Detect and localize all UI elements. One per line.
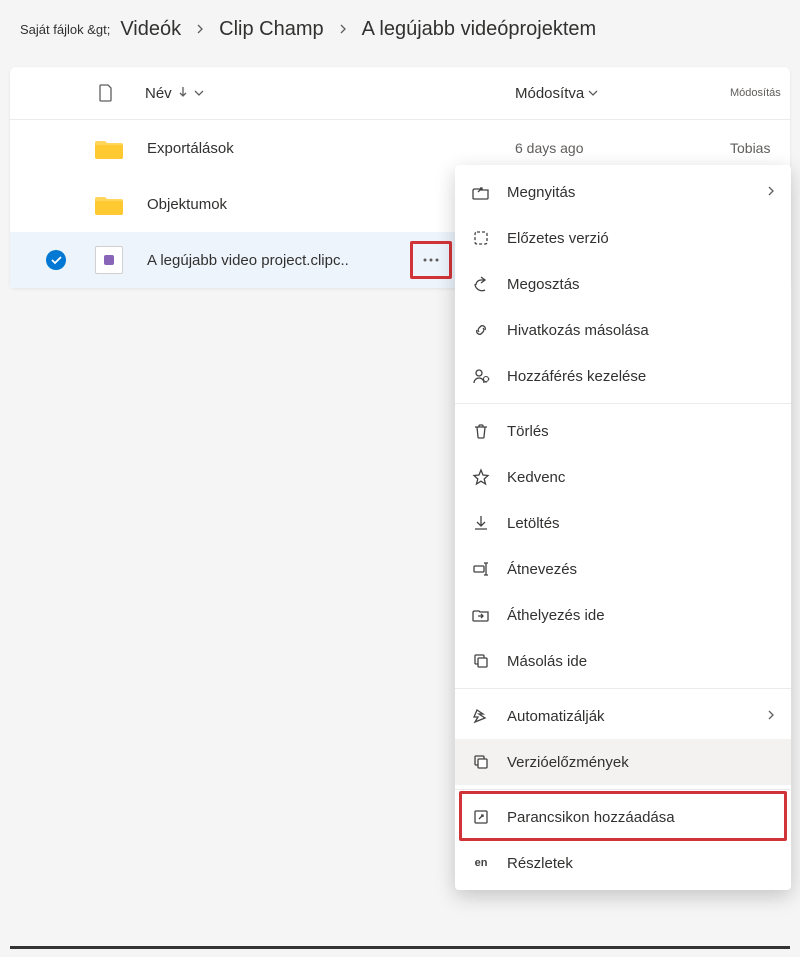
- column-header-modified[interactable]: Módosítva: [515, 85, 598, 102]
- context-menu: Megnyitás Előzetes verzió Megosztás Hiva…: [455, 165, 791, 890]
- menu-item-label: Törlés: [507, 423, 775, 440]
- menu-item-label: Megnyitás: [507, 184, 767, 201]
- menu-item-open[interactable]: Megnyitás: [455, 169, 791, 215]
- row-name[interactable]: Exportálások: [147, 140, 234, 157]
- trash-icon: [471, 421, 491, 441]
- menu-divider: [455, 403, 791, 404]
- menu-item-label: Előzetes verzió: [507, 230, 775, 247]
- chevron-right-icon: [338, 23, 348, 37]
- column-header-name-label: Név: [145, 85, 172, 102]
- clipchamp-file-icon: [95, 246, 133, 274]
- bottom-border: [10, 946, 790, 949]
- menu-item-version-history[interactable]: Verzióelőzmények: [455, 739, 791, 785]
- folder-icon: [95, 193, 133, 215]
- chevron-right-icon: [767, 185, 775, 200]
- menu-item-label: Kedvenc: [507, 469, 775, 486]
- menu-item-label: Parancsikon hozzáadása: [507, 809, 775, 826]
- menu-item-manage-access[interactable]: Hozzáférés kezelése: [455, 353, 791, 399]
- menu-item-label: Automatizálják: [507, 708, 767, 725]
- link-icon: [471, 320, 491, 340]
- row-modified-by: Tobias: [730, 140, 770, 156]
- row-checkbox[interactable]: [46, 138, 66, 158]
- menu-item-label: Átnevezés: [507, 561, 775, 578]
- breadcrumb: Saját fájlok &gt; Videók Clip Champ A le…: [0, 0, 800, 59]
- row-checkbox[interactable]: [46, 250, 66, 270]
- open-icon: [471, 182, 491, 202]
- menu-item-copy-to[interactable]: Másolás ide: [455, 638, 791, 684]
- column-header-name[interactable]: Név: [145, 85, 204, 102]
- chevron-right-icon: [767, 709, 775, 724]
- details-icon: en: [471, 853, 491, 873]
- download-icon: [471, 513, 491, 533]
- menu-item-favorite[interactable]: Kedvenc: [455, 454, 791, 500]
- file-type-icon: [97, 81, 115, 105]
- menu-item-label: Letöltés: [507, 515, 775, 532]
- manage-access-icon: [471, 366, 491, 386]
- menu-item-copy-link[interactable]: Hivatkozás másolása: [455, 307, 791, 353]
- breadcrumb-root[interactable]: Saját fájlok &gt;: [20, 22, 110, 37]
- move-to-icon: [471, 605, 491, 625]
- menu-item-label: Áthelyezés ide: [507, 607, 775, 624]
- row-modified: 6 days ago: [515, 140, 584, 156]
- menu-item-share[interactable]: Megosztás: [455, 261, 791, 307]
- menu-item-label: Megosztás: [507, 276, 775, 293]
- menu-divider: [455, 789, 791, 790]
- version-history-icon: [471, 752, 491, 772]
- breadcrumb-item-videos[interactable]: Videók: [120, 18, 181, 41]
- chevron-right-icon: [195, 23, 205, 37]
- en-badge: en: [475, 857, 488, 869]
- shortcut-icon: [471, 807, 491, 827]
- menu-item-label: Hozzáférés kezelése: [507, 368, 775, 385]
- menu-divider: [455, 688, 791, 689]
- breadcrumb-item-current[interactable]: A legújabb videóprojektem: [362, 18, 597, 41]
- row-name[interactable]: A legújabb video project.clipc..: [147, 252, 349, 269]
- preview-icon: [471, 228, 491, 248]
- more-actions-button[interactable]: [410, 241, 452, 279]
- folder-icon: [95, 137, 133, 159]
- share-icon: [471, 274, 491, 294]
- menu-item-label: Hivatkozás másolása: [507, 322, 775, 339]
- menu-item-add-shortcut[interactable]: Parancsikon hozzáadása: [455, 794, 791, 840]
- rename-icon: [471, 559, 491, 579]
- copy-icon: [471, 651, 491, 671]
- menu-item-delete[interactable]: Törlés: [455, 408, 791, 454]
- column-header-modified-label: Módosítva: [515, 85, 584, 102]
- table-header: Név Módosítva Módosítás: [10, 67, 790, 120]
- menu-item-label: Másolás ide: [507, 653, 775, 670]
- menu-item-label: Részletek: [507, 855, 775, 872]
- menu-item-preview[interactable]: Előzetes verzió: [455, 215, 791, 261]
- sort-arrow-icon: [178, 86, 188, 101]
- menu-item-move-to[interactable]: Áthelyezés ide: [455, 592, 791, 638]
- menu-item-rename[interactable]: Átnevezés: [455, 546, 791, 592]
- menu-item-automate[interactable]: Automatizálják: [455, 693, 791, 739]
- star-icon: [471, 467, 491, 487]
- automate-icon: [471, 706, 491, 726]
- chevron-down-icon: [194, 88, 204, 99]
- menu-item-details[interactable]: en Részletek: [455, 840, 791, 886]
- menu-item-download[interactable]: Letöltés: [455, 500, 791, 546]
- row-checkbox[interactable]: [46, 194, 66, 214]
- chevron-down-icon: [588, 88, 598, 99]
- column-header-modified-by[interactable]: Módosítás: [730, 87, 781, 99]
- breadcrumb-item-clipchamp[interactable]: Clip Champ: [219, 18, 323, 41]
- menu-item-label: Verzióelőzmények: [507, 754, 775, 771]
- row-name[interactable]: Objektumok: [147, 196, 227, 213]
